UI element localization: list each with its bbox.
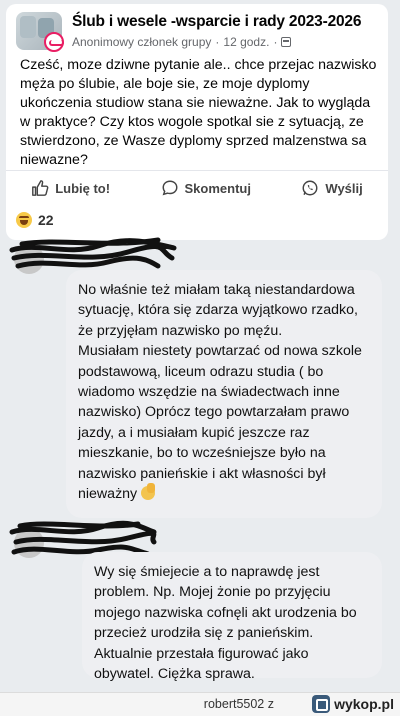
wykop-logo-icon	[312, 695, 331, 713]
reaction-summary[interactable]: 22	[16, 212, 54, 228]
post-card: Ślub i wesele -wsparcie i rady 2023-2026…	[6, 4, 388, 240]
reaction-count: 22	[38, 212, 54, 228]
comment-paragraph: No właśnie też miałam taką niestandardow…	[78, 282, 358, 339]
like-button[interactable]: Lubię to!	[31, 179, 110, 197]
comment-bubble-icon	[162, 180, 177, 196]
whatsapp-icon	[302, 180, 318, 196]
anonymous-member-icon	[44, 32, 64, 52]
face-palm-emoji-icon	[141, 483, 156, 501]
uploader-credit: robert5502 z	[203, 697, 274, 711]
comment-button[interactable]: Skomentuj	[161, 179, 251, 197]
post-action-bar: Lubię to! Skomentuj Wyślij	[6, 170, 388, 205]
thumbs-up-icon	[32, 180, 49, 196]
post-body-text: Cześć, moze dziwne pytanie ale.. chce pr…	[20, 57, 377, 168]
comment-paragraph: Musiałam niestety powtarzać od nowa szko…	[78, 343, 362, 503]
post-meta: Anonimowy członek grupy · 12 godz. ·	[72, 35, 292, 49]
comment-bubble: Wy się śmiejecie a to naprawdę jest prob…	[82, 552, 382, 682]
site-logo[interactable]: wykop.pl	[312, 695, 394, 713]
comment-label: Skomentuj	[184, 180, 251, 196]
comment-bubble: No właśnie też miałam taką niestandardow…	[66, 270, 382, 518]
send-label: Wyślij	[325, 180, 363, 196]
like-label: Lubię to!	[55, 180, 111, 196]
calendar-icon	[281, 37, 292, 47]
post-time[interactable]: 12 godz.	[223, 35, 269, 49]
group-title[interactable]: Ślub i wesele -wsparcie i rady 2023-2026	[72, 13, 361, 31]
site-name: wykop.pl	[334, 696, 394, 712]
haha-emoji-icon	[16, 212, 32, 228]
uploader-name[interactable]: robert5502	[204, 697, 264, 711]
watermark-bar: robert5502 z wykop.pl	[0, 692, 400, 716]
author-name[interactable]: Anonimowy członek grupy	[72, 35, 211, 49]
comment-paragraph: Wy się śmiejecie a to naprawdę jest prob…	[94, 564, 357, 683]
send-button[interactable]: Wyślij	[301, 179, 363, 197]
